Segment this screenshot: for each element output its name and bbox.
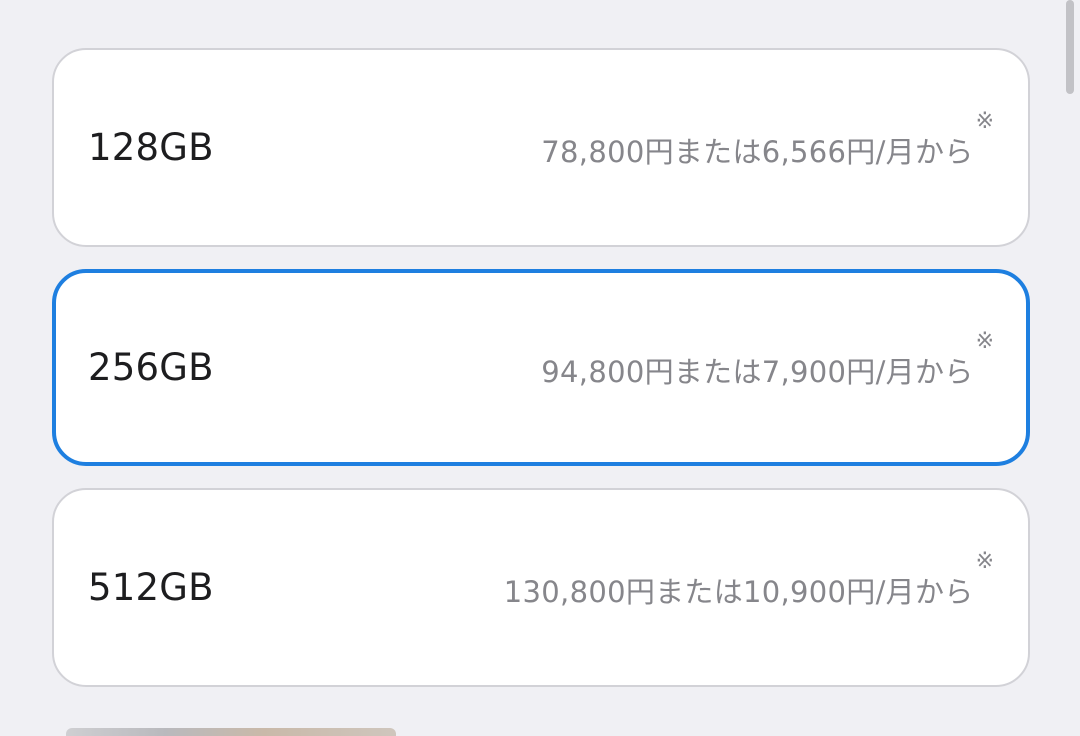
storage-option-512gb[interactable]: 512GB 130,800円または10,900円/月から ※: [52, 488, 1030, 687]
price-group: 78,800円または6,566円/月から ※: [541, 109, 994, 171]
footnote-mark: ※: [975, 328, 994, 354]
price-label: 94,800円または7,900円/月から: [541, 354, 974, 389]
scrollbar[interactable]: [1066, 0, 1074, 94]
capacity-label: 512GB: [88, 566, 214, 609]
price-group: 130,800円または10,900円/月から ※: [503, 549, 994, 611]
storage-option-256gb[interactable]: 256GB 94,800円または7,900円/月から ※: [52, 269, 1030, 466]
price-group: 94,800円または7,900円/月から ※: [541, 329, 994, 391]
price-label: 130,800円または10,900円/月から: [503, 574, 974, 609]
capacity-label: 256GB: [88, 346, 214, 389]
footnote-mark: ※: [975, 108, 994, 134]
capacity-label: 128GB: [88, 126, 214, 169]
next-section-image-peek: [66, 728, 396, 736]
storage-selection-page: 128GB 78,800円または6,566円/月から ※ 256GB 94,80…: [0, 0, 1080, 736]
footnote-mark: ※: [975, 548, 994, 574]
storage-options-list: 128GB 78,800円または6,566円/月から ※ 256GB 94,80…: [52, 48, 1030, 709]
price-label: 78,800円または6,566円/月から: [541, 134, 974, 169]
storage-option-128gb[interactable]: 128GB 78,800円または6,566円/月から ※: [52, 48, 1030, 247]
